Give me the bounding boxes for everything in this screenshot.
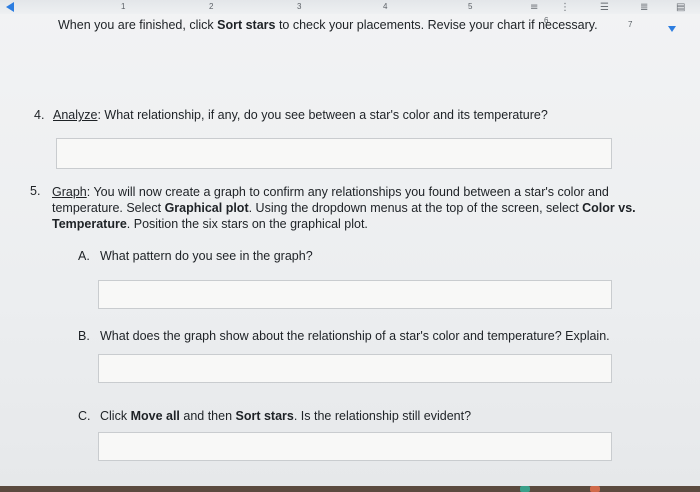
align-icon[interactable]: ⋮ [560, 2, 570, 13]
q5b-letter: B. [78, 329, 90, 343]
expand-icon[interactable]: ▤ [676, 2, 685, 13]
q5-prompt: Graph: You will now create a graph to co… [52, 185, 636, 231]
q5c-answer-field[interactable] [98, 432, 612, 461]
worksheet-page: 1 2 3 4 5 6 7 ≡ ⋮ ☰ ≣ ▤ When you are fin… [0, 0, 700, 492]
q5-number: 5. [30, 184, 41, 198]
menu-icon[interactable]: ≣ [640, 2, 648, 13]
ruler-number-5: 5 [468, 2, 473, 11]
q5a-letter: A. [78, 249, 90, 263]
ruler-number-4: 4 [383, 2, 388, 11]
instructions-text: When you are finished, click Sort stars … [58, 18, 598, 32]
q4-label: Analyze [53, 108, 98, 122]
bottom-indicator [590, 486, 600, 492]
ruler-number-1: 1 [121, 2, 126, 11]
q4-answer-field[interactable] [56, 138, 612, 169]
back-arrow-icon[interactable] [6, 2, 14, 12]
ruler-toolbar [0, 0, 700, 14]
bullets-icon[interactable]: ☰ [600, 2, 609, 13]
list-icon[interactable]: ≡ [530, 2, 538, 13]
q5b-answer-field[interactable] [98, 354, 612, 383]
dropdown-arrow-icon[interactable] [668, 26, 676, 32]
ruler-number-3: 3 [297, 2, 302, 11]
ruler-number-2: 2 [209, 2, 214, 11]
bottom-indicator [520, 486, 530, 492]
q4-number: 4. [34, 108, 45, 122]
q5c-letter: C. [78, 409, 91, 423]
q5c-prompt: Click Move all and then Sort stars. Is t… [100, 409, 472, 423]
q5-label: Graph [52, 185, 87, 199]
q5a-prompt: What pattern do you see in the graph? [100, 249, 313, 263]
q5a-answer-field[interactable] [98, 280, 612, 309]
q4-prompt: Analyze: What relationship, if any, do y… [53, 108, 548, 122]
q5b-prompt: What does the graph show about the relat… [100, 329, 610, 343]
